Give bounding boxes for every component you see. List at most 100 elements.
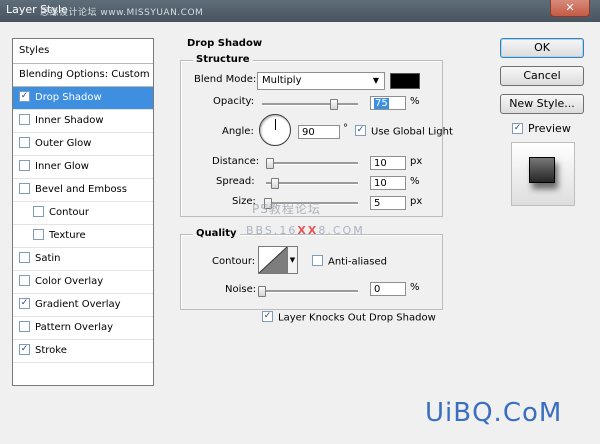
checkbox-icon[interactable] — [19, 251, 30, 263]
spread-slider[interactable] — [266, 178, 358, 189]
style-item-contour[interactable]: Contour — [13, 202, 153, 225]
style-item-pattern-overlay[interactable]: Pattern Overlay — [13, 317, 153, 340]
noise-slider[interactable] — [258, 286, 358, 297]
checkbox-icon[interactable] — [19, 274, 30, 286]
style-item-label: Outer Glow — [35, 138, 92, 149]
checkbox-icon[interactable] — [19, 320, 30, 332]
checkbox-icon[interactable] — [33, 228, 44, 240]
shadow-color-swatch[interactable] — [390, 73, 420, 89]
distance-label: Distance: — [212, 156, 260, 167]
chevron-down-icon: ▼ — [289, 256, 296, 264]
styles-header[interactable]: Styles — [13, 39, 153, 64]
size-field[interactable]: 5 — [370, 196, 406, 210]
contour-picker[interactable] — [258, 246, 288, 274]
layer-style-dialog: Styles Blending Options: Custom ✓ Drop Sh… — [0, 22, 600, 444]
style-item-label: Pattern Overlay — [35, 322, 114, 333]
close-button[interactable]: ✕ — [550, 0, 590, 17]
distance-slider-thumb[interactable] — [265, 158, 274, 169]
use-global-light-checkbox[interactable]: ✓ Use Global Light — [355, 125, 453, 138]
angle-dial[interactable] — [259, 114, 291, 146]
checkbox-icon: ✓ — [262, 311, 273, 322]
anti-aliased-checkbox[interactable]: Anti-aliased — [312, 255, 388, 268]
blend-mode-value: Multiply — [262, 75, 302, 86]
knocks-out-label: Layer Knocks Out Drop Shadow — [278, 312, 436, 324]
quality-group — [180, 234, 443, 310]
watermark-url-part: BBS.16 — [246, 224, 298, 237]
style-item-label: Stroke — [35, 345, 67, 356]
checkbox-icon[interactable] — [19, 113, 30, 125]
cancel-button[interactable]: Cancel — [500, 66, 584, 86]
use-global-light-label: Use Global Light — [371, 126, 453, 138]
anti-aliased-label: Anti-aliased — [328, 256, 388, 268]
style-item-label: Bevel and Emboss — [35, 184, 127, 195]
chevron-down-icon: ▼ — [372, 76, 379, 85]
style-item-label: Satin — [35, 253, 61, 264]
checkbox-icon[interactable]: ✓ — [19, 90, 30, 102]
title-watermark: 思缘设计论坛 www.MISSYUAN.COM — [40, 8, 204, 18]
opacity-slider-thumb[interactable] — [330, 99, 338, 110]
distance-unit: px — [410, 156, 423, 167]
angle-field[interactable]: 90 — [298, 125, 340, 139]
checkbox-icon[interactable] — [19, 136, 30, 148]
ok-button[interactable]: OK — [500, 38, 584, 58]
style-item-inner-shadow[interactable]: Inner Shadow — [13, 110, 153, 133]
drop-shadow-title: Drop Shadow — [187, 38, 263, 49]
style-item-texture[interactable]: Texture — [13, 225, 153, 248]
style-item-stroke[interactable]: ✓ Stroke — [13, 340, 153, 363]
preview-label: Preview — [528, 122, 571, 135]
spread-label: Spread: — [216, 176, 255, 187]
angle-label: Angle: — [222, 126, 254, 137]
style-item-color-overlay[interactable]: Color Overlay — [13, 271, 153, 294]
checkbox-icon[interactable] — [19, 159, 30, 171]
checkbox-icon[interactable] — [19, 182, 30, 194]
checkbox-icon: ✓ — [355, 125, 366, 136]
style-item-label: Contour — [49, 207, 89, 218]
blending-options-item[interactable]: Blending Options: Custom — [13, 64, 153, 87]
opacity-field[interactable]: 75 — [370, 96, 406, 110]
spread-unit: % — [410, 176, 420, 187]
watermark-url-red: XX — [297, 224, 319, 237]
style-item-bevel-and-emboss[interactable]: Bevel and Emboss — [13, 179, 153, 202]
style-item-label: Gradient Overlay — [35, 299, 121, 310]
noise-slider-thumb[interactable] — [258, 286, 266, 297]
style-item-outer-glow[interactable]: Outer Glow — [13, 133, 153, 156]
style-item-satin[interactable]: Satin — [13, 248, 153, 271]
watermark-url-part: 8.COM — [318, 224, 365, 237]
noise-unit: % — [410, 282, 420, 293]
opacity-label: Opacity: — [213, 96, 255, 107]
style-preview-thumbnail — [511, 142, 575, 206]
contour-label: Contour: — [212, 256, 256, 267]
distance-value: 10 — [374, 158, 387, 169]
preview-square — [529, 157, 555, 183]
checkbox-icon[interactable]: ✓ — [19, 343, 30, 355]
title-bar: Layer Style 思缘设计论坛 www.MISSYUAN.COM ✕ — [0, 0, 600, 22]
spread-slider-thumb[interactable] — [271, 178, 280, 189]
noise-value: 0 — [374, 284, 381, 295]
spread-field[interactable]: 10 — [370, 176, 406, 190]
noise-field[interactable]: 0 — [370, 282, 406, 296]
preview-checkbox[interactable]: ✓ Preview — [512, 122, 571, 135]
style-item-label: Texture — [49, 230, 86, 241]
style-item-label: Color Overlay — [35, 276, 104, 287]
style-item-gradient-overlay[interactable]: ✓ Gradient Overlay — [13, 294, 153, 317]
style-item-drop-shadow[interactable]: ✓ Drop Shadow — [13, 87, 153, 110]
knocks-out-checkbox[interactable]: ✓ Layer Knocks Out Drop Shadow — [262, 311, 436, 324]
opacity-value: 75 — [374, 98, 389, 109]
style-item-label: Drop Shadow — [35, 92, 102, 103]
contour-curve-icon — [258, 246, 288, 274]
opacity-unit: % — [410, 96, 420, 107]
angle-unit: ° — [343, 123, 348, 134]
new-style-button[interactable]: New Style... — [500, 94, 584, 114]
site-watermark-logo: UiBQ.CoM — [425, 398, 563, 428]
structure-title: Structure — [193, 54, 253, 65]
angle-value: 90 — [302, 127, 315, 138]
opacity-slider[interactable] — [262, 99, 358, 110]
distance-field[interactable]: 10 — [370, 156, 406, 170]
contour-dropdown-button[interactable]: ▼ — [288, 246, 298, 274]
style-item-inner-glow[interactable]: Inner Glow — [13, 156, 153, 179]
spread-value: 10 — [374, 178, 387, 189]
checkbox-icon[interactable] — [33, 205, 44, 217]
distance-slider[interactable] — [265, 158, 358, 169]
blend-mode-select[interactable]: Multiply ▼ — [257, 72, 385, 90]
checkbox-icon[interactable]: ✓ — [19, 297, 30, 309]
